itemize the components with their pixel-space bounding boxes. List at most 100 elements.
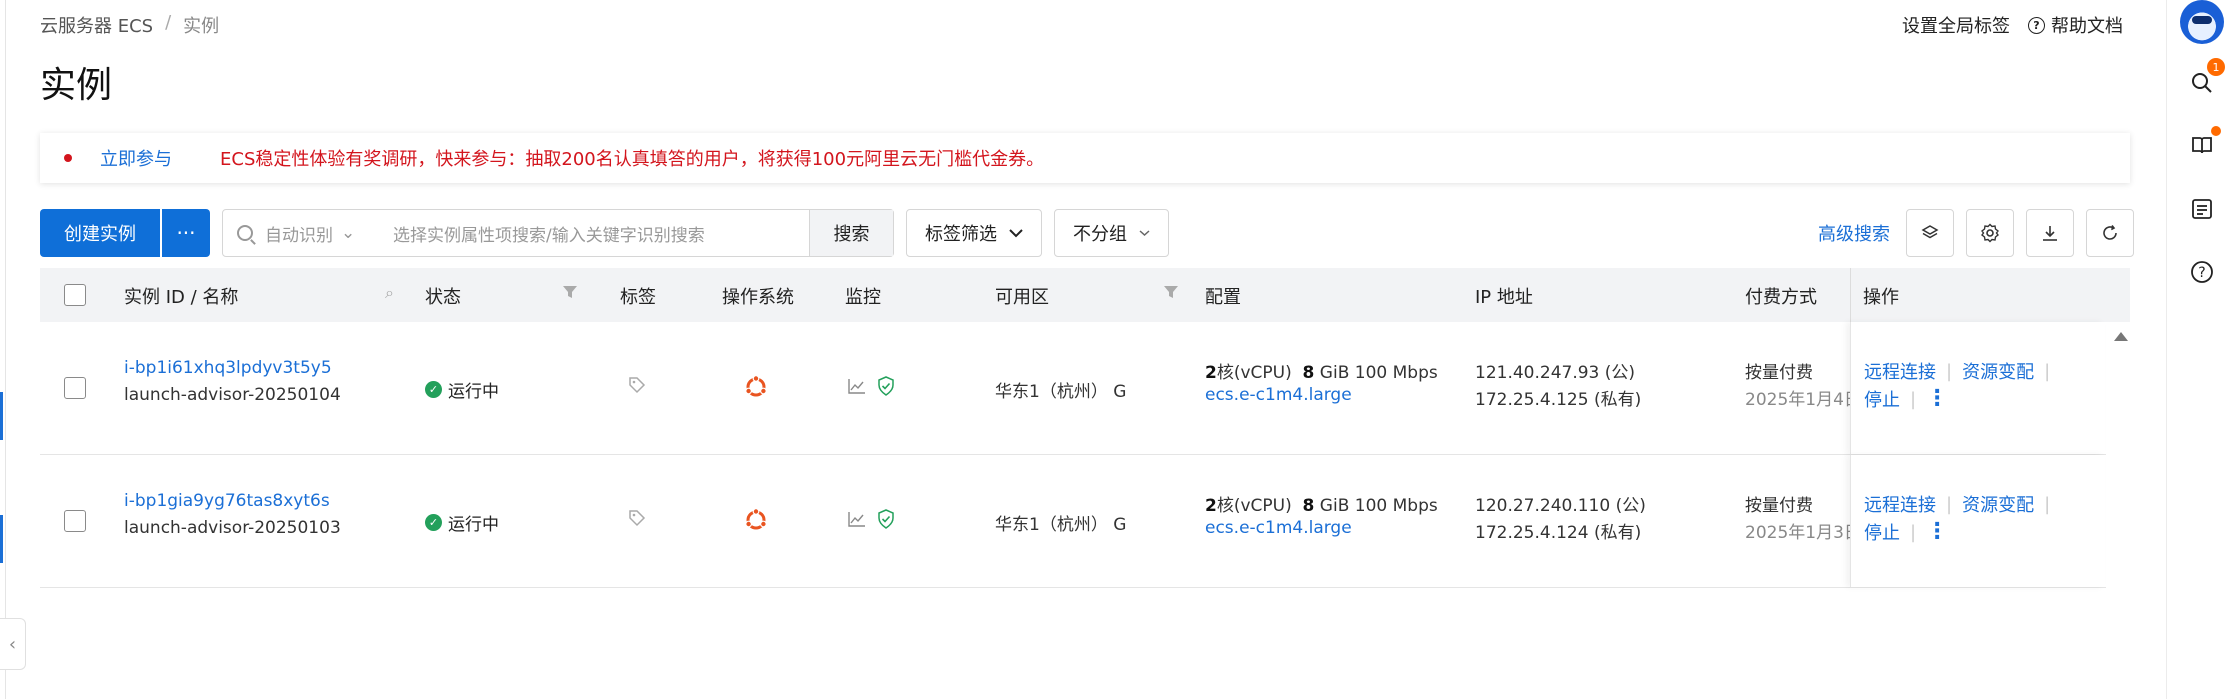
rail-docs-button[interactable] xyxy=(2185,126,2221,162)
instance-name: launch-advisor-20250104 xyxy=(124,385,341,405)
remote-connect-link[interactable]: 远程连接 xyxy=(1864,358,1936,384)
config-spec: 2核(vCPU) 8 GiB 100 Mbps xyxy=(1205,358,1438,383)
help-docs-label: 帮助文档 xyxy=(2051,16,2123,37)
scroll-up-arrow-icon[interactable] xyxy=(2114,332,2128,341)
refresh-icon xyxy=(2103,225,2117,240)
divider: | xyxy=(2044,493,2051,515)
status-label: 运行中 xyxy=(448,382,499,402)
tag-filter-dropdown[interactable]: 标签筛选 xyxy=(906,209,1042,257)
breadcrumb-root[interactable]: 云服务器 ECS xyxy=(40,12,153,38)
ip-private: 172.25.4.124 (私有) xyxy=(1475,523,1642,543)
tag-icon[interactable] xyxy=(628,376,646,399)
chart-icon[interactable] xyxy=(848,378,866,399)
remote-connect-link[interactable]: 远程连接 xyxy=(1864,491,1936,517)
ubuntu-icon xyxy=(744,508,768,537)
header-links: 设置全局标签 ? 帮助文档 xyxy=(1902,12,2123,38)
created-date: 2025年1月3日 xyxy=(1745,523,1861,543)
row-indicator xyxy=(0,392,3,440)
chart-icon[interactable] xyxy=(848,511,866,532)
stop-link[interactable]: 停止 xyxy=(1864,386,1900,412)
instance-id-link[interactable]: i-bp1gia9yg76tas8xyt6s xyxy=(124,491,330,511)
instance-id-link[interactable]: i-bp1i61xhq3lpdyv3t5y5 xyxy=(124,358,332,378)
toolbar-right: 高级搜索 xyxy=(1818,209,2134,257)
row-checkbox[interactable] xyxy=(64,377,86,399)
search-badge: 1 xyxy=(2207,58,2225,76)
divider: | xyxy=(1946,360,1953,382)
notice-join-link[interactable]: 立即参与 xyxy=(100,145,172,171)
layers-icon xyxy=(1921,225,1939,239)
divider: | xyxy=(1910,521,1917,543)
row-checkbox[interactable] xyxy=(64,510,86,532)
search-input[interactable]: 选择实例属性项搜索/输入关键字识别搜索 xyxy=(393,221,809,246)
advanced-search-link[interactable]: 高级搜索 xyxy=(1818,220,1890,246)
filter-icon[interactable] xyxy=(562,284,578,305)
rail-tasks-button[interactable] xyxy=(2185,192,2219,226)
sidebar-expand-button[interactable]: ‹ xyxy=(0,618,26,670)
tag-icon[interactable] xyxy=(628,509,646,532)
select-all-checkbox[interactable] xyxy=(64,284,86,306)
toolbar: 创建实例 ··· 自动识别 ⌄ 选择实例属性项搜索/输入关键字识别搜索 搜索 标… xyxy=(40,209,1169,257)
assistant-avatar[interactable] xyxy=(2180,0,2224,44)
global-tags-link[interactable]: 设置全局标签 xyxy=(1902,12,2010,38)
header-monitor: 监控 xyxy=(845,287,881,308)
row-actions: 远程连接 | 资源变配 | xyxy=(1864,358,2050,384)
created-date: 2025年1月4日 xyxy=(1745,390,1861,410)
question-icon: ? xyxy=(2191,261,2213,283)
divider: | xyxy=(2044,360,2051,382)
search-icon[interactable]: ⌕ xyxy=(385,283,394,303)
more-actions-button[interactable]: ··· xyxy=(162,209,210,257)
docs-badge-dot xyxy=(2211,126,2221,136)
chevron-down-icon xyxy=(1139,230,1150,237)
divider: | xyxy=(1910,388,1917,410)
header-ip: IP 地址 xyxy=(1475,287,1533,308)
settings-button[interactable] xyxy=(1966,209,2014,257)
header-status: 状态 xyxy=(425,287,461,308)
filter-icon[interactable] xyxy=(1163,284,1179,305)
rail-help-button[interactable]: ? xyxy=(2185,255,2219,289)
row-actions-2: 停止 | ⋮ xyxy=(1864,386,1948,412)
resize-link[interactable]: 资源变配 xyxy=(1962,358,2034,384)
help-docs-link[interactable]: ? 帮助文档 xyxy=(2028,12,2123,38)
divider: | xyxy=(1946,493,1953,515)
billing-type: 按量付费 xyxy=(1745,496,1813,516)
shield-check-icon[interactable] xyxy=(876,509,896,534)
header-tags: 标签 xyxy=(620,287,656,308)
ip-private: 172.25.4.125 (私有) xyxy=(1475,390,1642,410)
memory-bandwidth: GiB 100 Mbps xyxy=(1319,496,1438,516)
breadcrumb: 云服务器 ECS / 实例 xyxy=(40,12,219,38)
chevron-down-icon xyxy=(1009,229,1023,238)
instance-type-link[interactable]: ecs.e-c1m4.large xyxy=(1205,385,1352,405)
refresh-button[interactable] xyxy=(2086,209,2134,257)
tag-filter-label: 标签筛选 xyxy=(925,224,997,245)
instance-type-link[interactable]: ecs.e-c1m4.large xyxy=(1205,518,1352,538)
create-instance-button[interactable]: 创建实例 xyxy=(40,209,160,257)
shield-check-icon[interactable] xyxy=(876,376,896,401)
table-row: i-bp1i61xhq3lpdyv3t5y5 launch-advisor-20… xyxy=(40,322,2130,455)
page-title: 实例 xyxy=(40,65,113,106)
search-button[interactable]: 搜索 xyxy=(809,210,893,256)
right-rail: 1 ? xyxy=(2166,0,2238,699)
instances-table: 实例 ID / 名称 ⌕ 状态 标签 操作系统 监控 可用区 配置 IP 地址 … xyxy=(40,268,2130,682)
search-mode-select[interactable]: 自动识别 ⌄ xyxy=(265,221,383,246)
header-actions-cell: 操作 xyxy=(1850,268,2130,322)
header-config: 配置 xyxy=(1205,287,1241,308)
header-zone: 可用区 xyxy=(995,287,1049,308)
checklist-icon xyxy=(2192,199,2212,219)
svg-text:?: ? xyxy=(2198,265,2205,281)
layers-button[interactable] xyxy=(1906,209,1954,257)
more-vertical-icon[interactable]: ⋮ xyxy=(1926,521,1948,543)
notice-banner: 立即参与 ECS稳定性体验有奖调研，快来参与：抽取200名认真填答的用户，将获得… xyxy=(40,133,2130,183)
stop-link[interactable]: 停止 xyxy=(1864,519,1900,545)
export-button[interactable] xyxy=(2026,209,2074,257)
group-dropdown[interactable]: 不分组 xyxy=(1054,209,1169,257)
table-scrollbar[interactable] xyxy=(2106,322,2130,682)
search-icon xyxy=(237,225,253,241)
ecs-console: ‹ 云服务器 ECS / 实例 实例 设置全局标签 ? 帮助文档 1 ? 立即参… xyxy=(0,0,2238,699)
row-actions-2: 停止 | ⋮ xyxy=(1864,519,1948,545)
more-vertical-icon[interactable]: ⋮ xyxy=(1926,388,1948,410)
rail-search-button[interactable]: 1 xyxy=(2185,58,2225,100)
zone-value: 华东1（杭州） G xyxy=(995,382,1127,402)
resize-link[interactable]: 资源变配 xyxy=(1962,491,2034,517)
instance-name: launch-advisor-20250103 xyxy=(124,518,341,538)
ubuntu-icon xyxy=(744,375,768,404)
